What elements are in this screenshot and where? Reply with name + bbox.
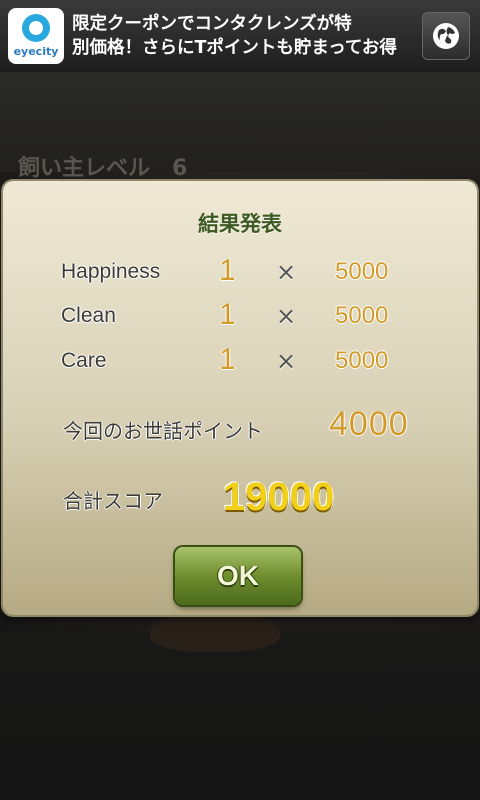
- row-count: 1: [219, 343, 236, 376]
- ad-banner[interactable]: eyecity 限定クーポンでコンタクレンズが特 別価格！さらにTポイントも貯ま…: [0, 0, 480, 72]
- total-score-label: 合計スコア: [63, 489, 163, 513]
- ok-button[interactable]: OK: [175, 547, 301, 605]
- multiply-sign: ×: [276, 258, 297, 286]
- care-points-label: 今回のお世話ポイント: [63, 419, 263, 443]
- ad-text-line2: 別価格！さらにTポイントも貯まってお得: [72, 38, 397, 58]
- score-row-care: Care 1 × 5000: [3, 343, 477, 383]
- eyecity-logo-text: eyecity: [13, 45, 59, 58]
- ad-text-line1: 限定クーポンでコンタクレンズが特: [72, 14, 352, 34]
- row-label: Clean: [61, 304, 116, 327]
- row-multiplier: 5000: [335, 258, 389, 285]
- pet-shadow: [150, 612, 280, 652]
- eyecity-logo-icon: [22, 14, 50, 42]
- ad-text[interactable]: 限定クーポンでコンタクレンズが特 別価格！さらにTポイントも貯まってお得: [72, 12, 412, 60]
- multiply-sign: ×: [276, 302, 297, 330]
- multiply-sign: ×: [276, 347, 297, 375]
- row-label: Care: [61, 349, 107, 372]
- row-multiplier: 5000: [335, 302, 389, 329]
- globe-icon: [433, 23, 459, 49]
- row-multiplier: 5000: [335, 347, 389, 374]
- row-label: Happiness: [61, 260, 161, 283]
- dialog-title: 結果発表: [198, 212, 282, 236]
- eyecity-logo[interactable]: eyecity: [8, 8, 64, 64]
- total-score-value: 19000: [223, 475, 335, 519]
- row-count: 1: [219, 298, 236, 331]
- owner-level-label: 飼い主レベル 6: [18, 156, 188, 181]
- row-count: 1: [219, 254, 236, 287]
- care-points-value: 4000: [329, 405, 409, 443]
- result-dialog: 結果発表 Happiness 1 × 5000 Clean 1 × 5000 C…: [3, 181, 477, 615]
- score-row-clean: Clean 1 × 5000: [3, 298, 477, 338]
- ad-open-browser-button[interactable]: [422, 12, 470, 60]
- score-row-happiness: Happiness 1 × 5000: [3, 254, 477, 294]
